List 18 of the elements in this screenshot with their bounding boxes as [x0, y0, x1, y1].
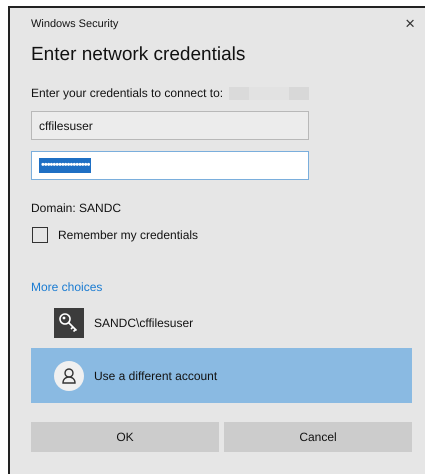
- more-choices-link[interactable]: More choices: [31, 280, 102, 294]
- account-label: Use a different account: [94, 368, 218, 382]
- checkbox-label[interactable]: Remember my credentials: [58, 228, 198, 242]
- checkbox[interactable]: [32, 227, 48, 243]
- ok-button[interactable]: OK: [31, 422, 219, 452]
- account-option[interactable]: Use a different account: [31, 348, 412, 403]
- account-option[interactable]: SANDC\cffilesuser: [31, 307, 412, 338]
- dialog-heading: Enter network credentials: [31, 44, 246, 67]
- key-icon: [54, 308, 84, 338]
- password-field[interactable]: •••••••••••••••••: [31, 151, 309, 180]
- close-button[interactable]: ×: [405, 14, 415, 34]
- cancel-button[interactable]: Cancel: [224, 422, 412, 452]
- window-title: Windows Security: [31, 18, 118, 30]
- prompt-text: Enter your credentials to connect to:: [31, 86, 224, 100]
- account-label: SANDC\cffilesuser: [94, 316, 194, 330]
- user-icon: [54, 360, 84, 390]
- username-field[interactable]: cffilesuser: [31, 111, 309, 140]
- domain-label: Domain: SANDC: [31, 201, 122, 215]
